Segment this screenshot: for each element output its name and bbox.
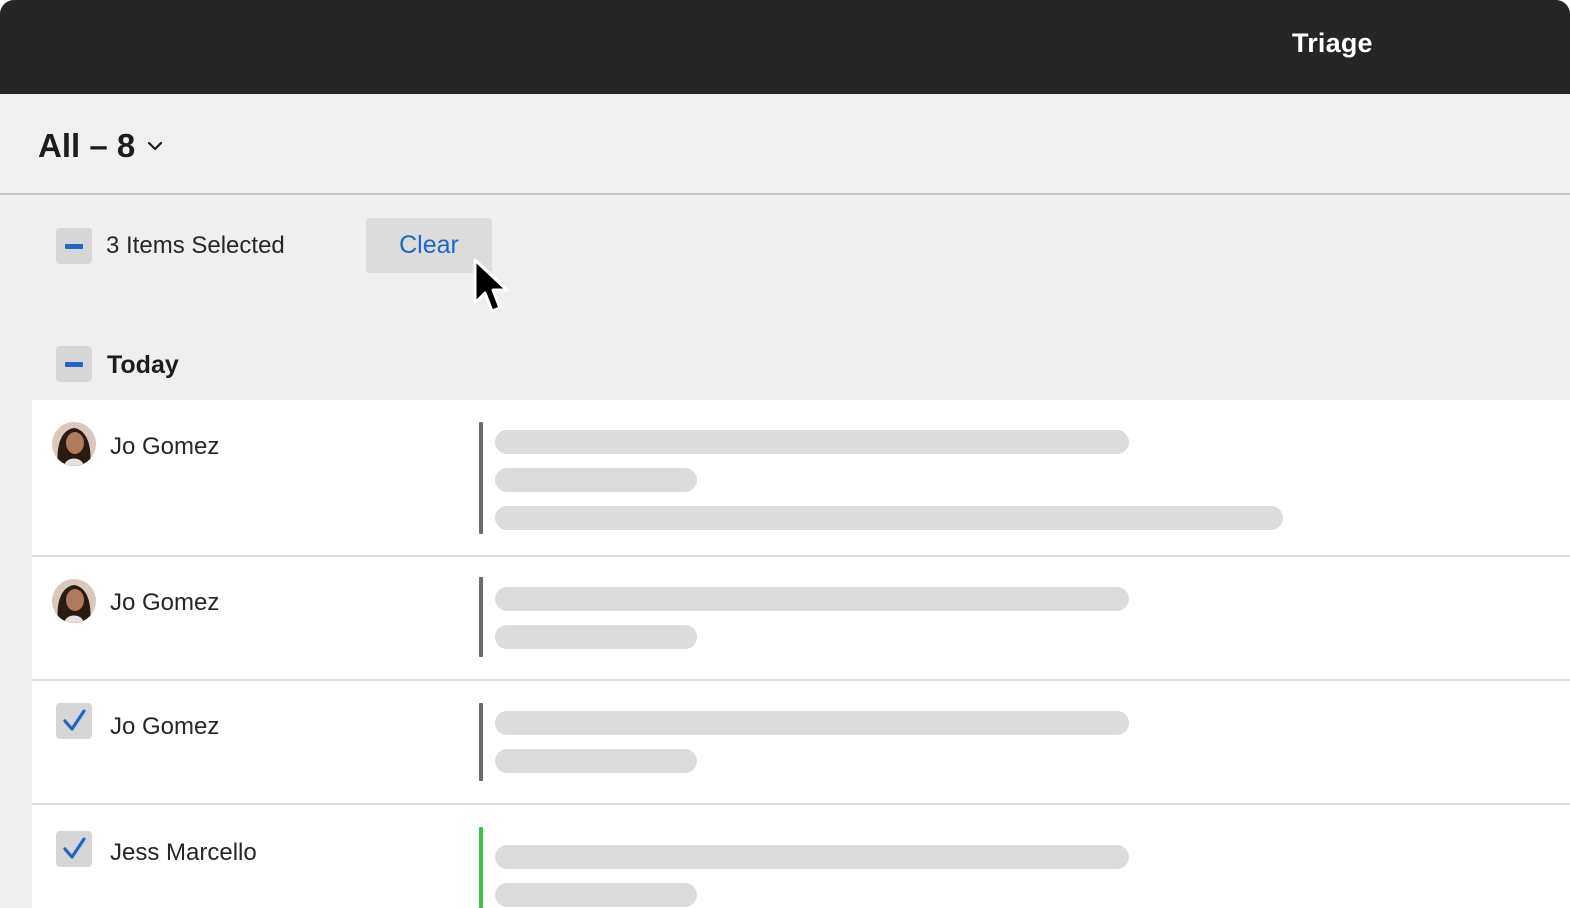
indeterminate-icon: [65, 361, 83, 367]
skeleton-line: [495, 845, 1129, 869]
selected-count: 3 Items Selected: [106, 232, 285, 259]
list-item[interactable]: Jo Gomez: [32, 400, 1570, 557]
avatar: [52, 579, 96, 623]
checkmark-icon: [63, 709, 86, 731]
status-bar: [479, 827, 483, 908]
sender-name: Jo Gomez: [110, 433, 220, 460]
select-all-checkbox[interactable]: [56, 228, 92, 264]
skeleton-line: [495, 883, 697, 907]
checkmark-icon: [63, 837, 86, 859]
mouse-pointer-icon: [473, 258, 509, 313]
status-bar: [479, 422, 483, 534]
group-label: Today: [107, 351, 179, 379]
triage-app: Triage All – 8 3 Items Selected Clear To…: [0, 0, 1570, 908]
app-title: Triage: [1292, 28, 1373, 58]
sender-name: Jess Marcello: [110, 839, 257, 866]
skeleton-line: [495, 749, 697, 773]
filter-bar: All – 8: [0, 94, 1570, 195]
status-bar: [479, 703, 483, 781]
skeleton-line: [495, 587, 1129, 611]
sender-name: Jo Gomez: [110, 713, 220, 740]
group-header-today: Today: [0, 340, 1570, 398]
group-select-checkbox[interactable]: [56, 346, 92, 382]
indeterminate-icon: [65, 243, 83, 249]
message-list: Jo Gomez Jo Gomez Jo Gomez Jess Marcello: [32, 400, 1570, 908]
filter-dropdown[interactable]: All – 8: [38, 126, 165, 166]
row-checkbox[interactable]: [56, 703, 92, 739]
skeleton-line: [495, 711, 1129, 735]
skeleton-line: [495, 625, 697, 649]
top-bar: Triage: [0, 0, 1570, 94]
filter-label: All – 8: [38, 127, 136, 164]
list-item[interactable]: Jo Gomez: [32, 557, 1570, 681]
skeleton-line: [495, 430, 1129, 454]
selection-bar: 3 Items Selected Clear: [0, 196, 1570, 316]
row-checkbox[interactable]: [56, 831, 92, 867]
status-bar: [479, 577, 483, 657]
chevron-down-icon: [148, 141, 163, 151]
skeleton-line: [495, 506, 1283, 530]
sender-name: Jo Gomez: [110, 589, 220, 616]
list-item[interactable]: Jess Marcello: [32, 805, 1570, 908]
list-item[interactable]: Jo Gomez: [32, 681, 1570, 805]
avatar: [52, 422, 96, 466]
skeleton-line: [495, 468, 697, 492]
